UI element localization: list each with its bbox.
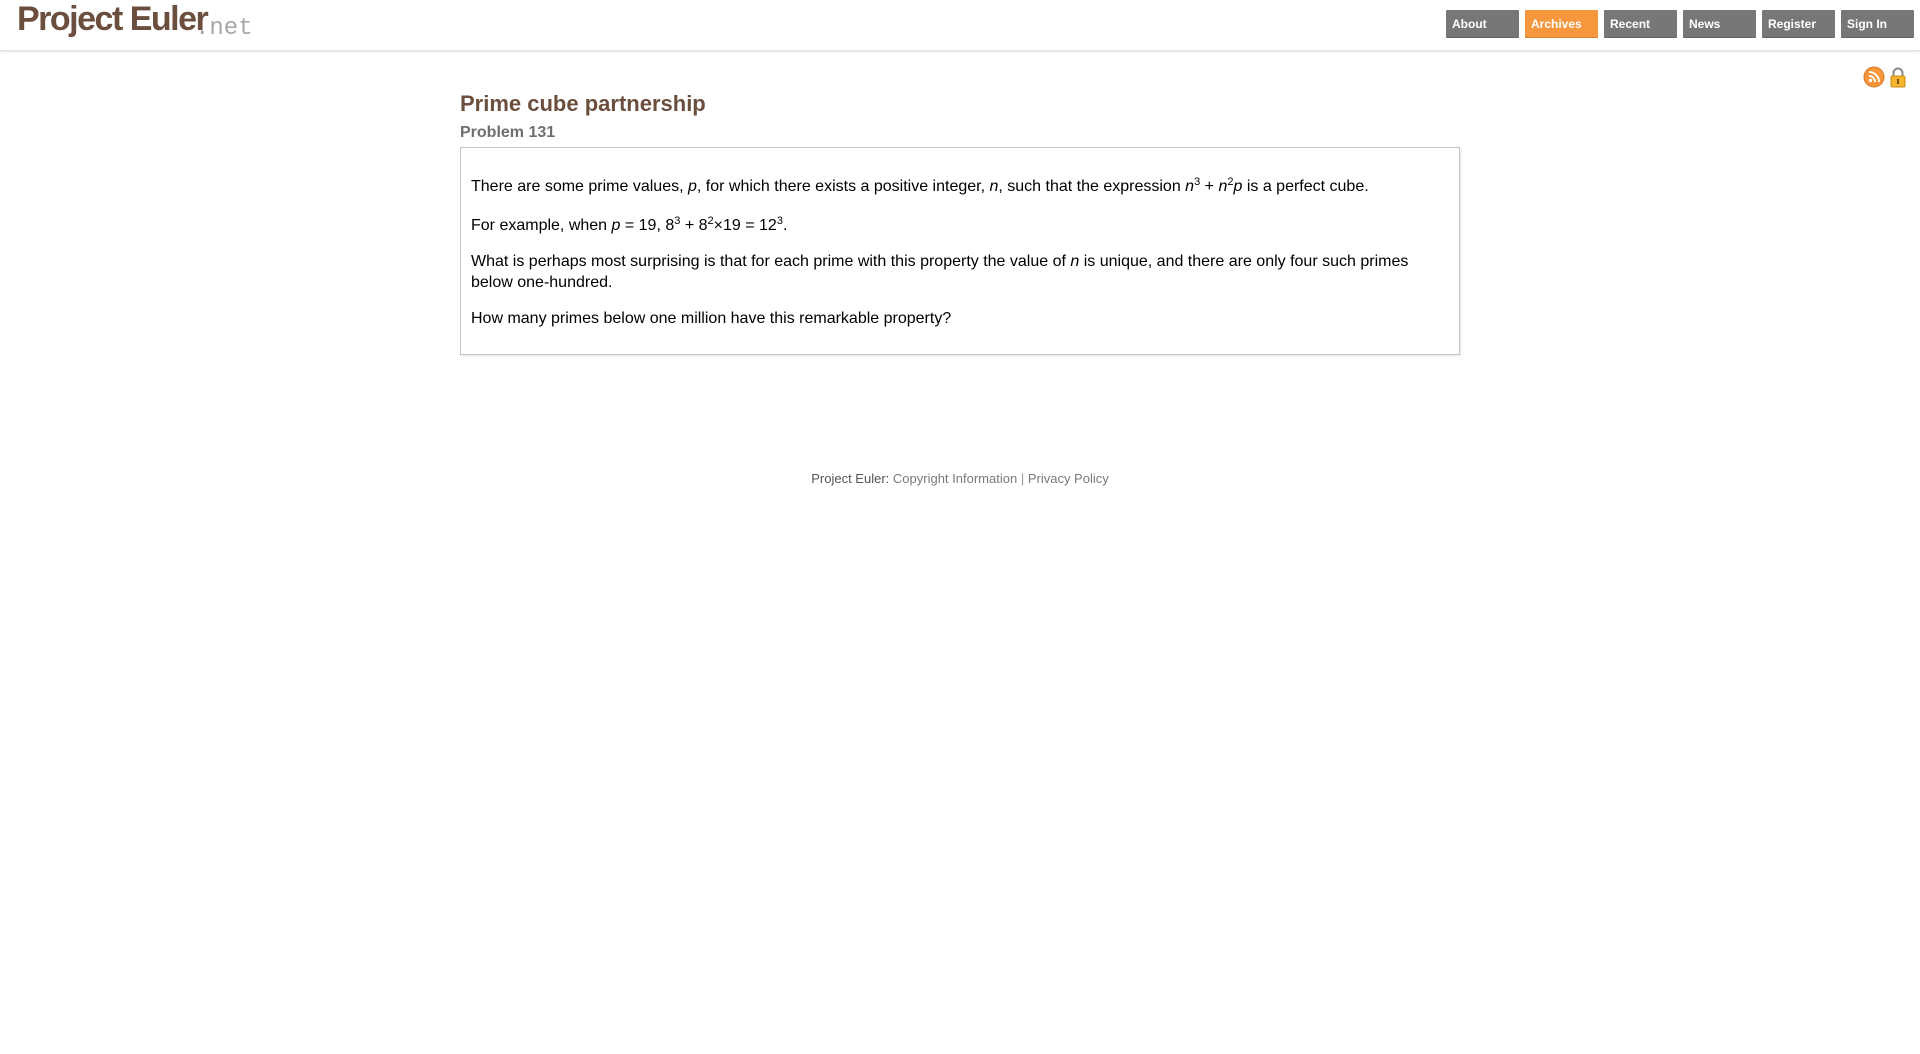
nav-news-button[interactable]: News: [1683, 10, 1756, 38]
problem-paragraph-1: There are some prime values, p, for whic…: [471, 176, 1369, 196]
site-footer: Project Euler: Copyright Information | P…: [0, 471, 1920, 486]
nav-archives-button[interactable]: Archives: [1525, 10, 1598, 38]
nav-about-button[interactable]: About: [1446, 10, 1519, 38]
problem-paragraph-3: What is perhaps most surprising is that …: [471, 253, 1409, 291]
lock-icon[interactable]: [1887, 66, 1909, 88]
privacy-policy-link[interactable]: Privacy Policy: [1028, 471, 1109, 486]
problem-paragraph-2: For example, when p = 19, 83 + 82×19 = 1…: [471, 215, 788, 235]
nav-sign-in-button[interactable]: Sign In: [1841, 10, 1914, 38]
site-header: Project Euler .net About Archives Recent…: [0, 0, 1920, 51]
main-nav: About Archives Recent News Register Sign…: [0, 10, 1920, 38]
footer-label: Project Euler:: [811, 471, 890, 486]
problem-paragraph-4: How many primes below one million have t…: [471, 310, 952, 327]
nav-recent-button[interactable]: Recent: [1604, 10, 1677, 38]
problem-title: Prime cube partnership: [460, 91, 706, 116]
rss-icon[interactable]: [1863, 66, 1885, 88]
footer-separator: |: [1020, 471, 1025, 486]
nav-register-button[interactable]: Register: [1762, 10, 1835, 38]
problem-number: Problem 131: [460, 124, 556, 141]
copyright-link[interactable]: Copyright Information: [893, 471, 1017, 486]
problem-content: There are some prime values, p, for whic…: [460, 147, 1460, 355]
